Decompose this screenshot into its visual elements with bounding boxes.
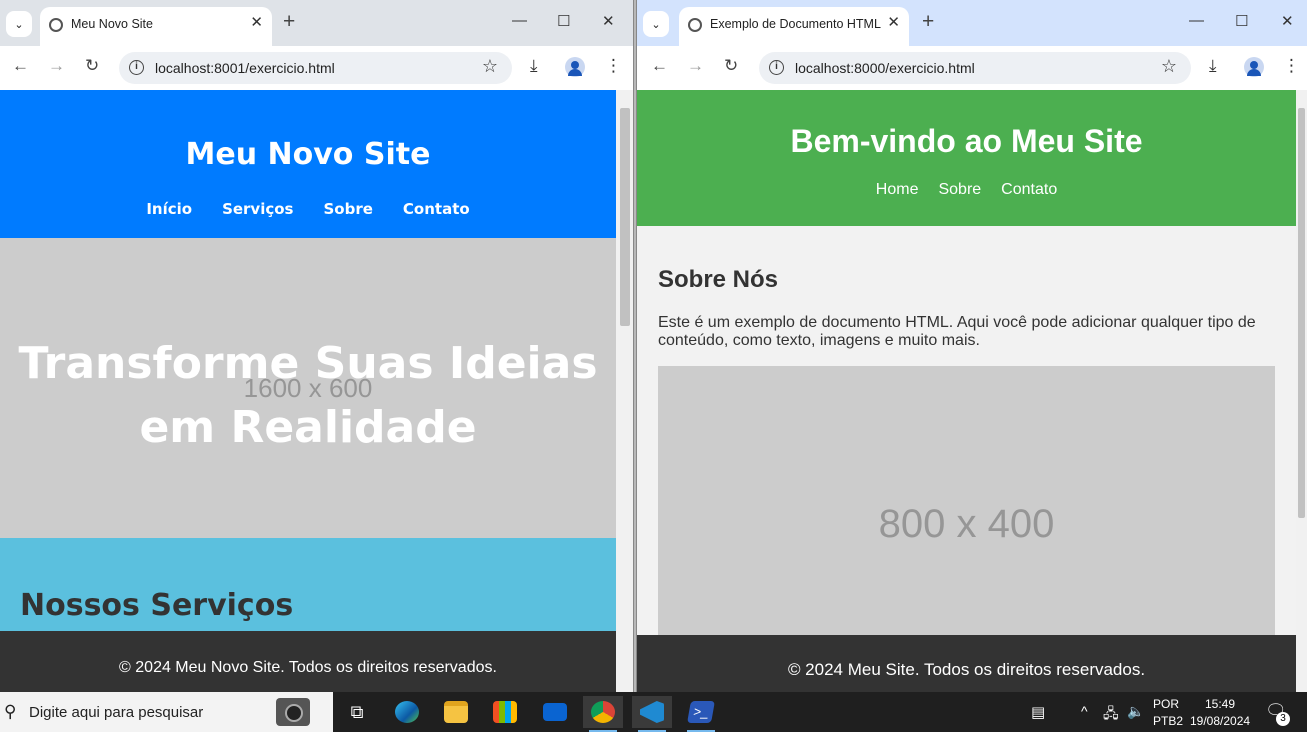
- site-footer: © 2024 Meu Novo Site. Todos os direitos …: [0, 631, 616, 692]
- nav-link-sobre[interactable]: Sobre: [938, 181, 981, 198]
- image-placeholder: 800 x 400: [658, 366, 1275, 636]
- chevron-up-icon[interactable]: ^: [1081, 703, 1088, 719]
- new-tab-button[interactable]: +: [922, 10, 934, 34]
- about-text: Este é um exemplo de documento HTML. Aqu…: [658, 314, 1256, 349]
- globe-icon: [688, 18, 702, 32]
- forward-button[interactable]: →: [687, 56, 704, 76]
- tab-title: Meu Novo Site: [71, 17, 153, 31]
- close-window-button[interactable]: ✕: [602, 12, 615, 30]
- search-placeholder[interactable]: Digite aqui para pesquisar: [29, 704, 203, 721]
- profile-avatar[interactable]: [565, 57, 585, 77]
- services-heading: Nossos Serviços: [20, 588, 294, 623]
- site-title: Meu Novo Site: [185, 137, 431, 172]
- bookmark-star-icon[interactable]: ☆: [482, 56, 498, 77]
- profile-avatar[interactable]: [1244, 57, 1264, 77]
- globe-icon: [49, 18, 63, 32]
- scrollbar-thumb[interactable]: [1298, 108, 1305, 518]
- reload-button[interactable]: ↻: [85, 56, 99, 76]
- camera-icon: [276, 698, 310, 726]
- language-indicator[interactable]: POR: [1153, 697, 1179, 711]
- minimize-button[interactable]: —: [1189, 12, 1204, 29]
- info-icon[interactable]: i: [769, 60, 784, 75]
- about-heading: Sobre Nós: [658, 266, 779, 293]
- forward-button[interactable]: →: [48, 56, 65, 76]
- site-header: Bem-vindo ao Meu Site Home Sobre Contato: [637, 90, 1296, 226]
- store-icon[interactable]: [485, 696, 525, 728]
- hero-section: 1600 x 600 Transforme Suas Ideias em Rea…: [0, 238, 616, 538]
- task-view-icon[interactable]: ⧉: [337, 696, 377, 728]
- tab-close-icon[interactable]: ✕: [250, 13, 263, 31]
- services-section: Nossos Serviços: [0, 538, 616, 638]
- menu-kebab-icon[interactable]: ⋮: [1283, 56, 1300, 76]
- main-content: Sobre Nós Este é um exemplo de documento…: [637, 226, 1296, 636]
- tab-active[interactable]: Exemplo de Documento HTML ✕: [679, 7, 909, 46]
- page-viewport: Meu Novo Site Início Serviços Sobre Contato…: [0, 90, 616, 692]
- taskbar-search[interactable]: ⚲ Digite aqui para pesquisar: [0, 692, 333, 732]
- powershell-icon[interactable]: >_: [681, 696, 721, 732]
- vertical-scrollbar[interactable]: [1296, 90, 1307, 692]
- keyboard-layout[interactable]: PTB2: [1153, 714, 1183, 728]
- back-button[interactable]: ←: [651, 56, 668, 76]
- menu-kebab-icon[interactable]: ⋮: [605, 56, 622, 76]
- tab-strip: ⌄ Exemplo de Documento HTML ✕ + — ☐ ✕: [637, 0, 1307, 46]
- tab-title: Exemplo de Documento HTML: [710, 17, 881, 31]
- minimize-button[interactable]: —: [512, 12, 527, 29]
- tab-active[interactable]: Meu Novo Site ✕: [40, 7, 272, 46]
- tab-search-button[interactable]: ⌄: [6, 11, 32, 37]
- vscode-icon[interactable]: [632, 696, 672, 732]
- mail-icon[interactable]: [535, 696, 575, 728]
- windows-taskbar: ⚲ Digite aqui para pesquisar ⧉ >_ ▤ ^ 🖧 …: [0, 692, 1307, 732]
- address-bar[interactable]: i localhost:8001/exercicio.html ☆: [119, 52, 512, 84]
- chrome-icon[interactable]: [583, 696, 623, 732]
- browser-toolbar: ← → ↻ i localhost:8000/exercicio.html ☆ …: [637, 46, 1307, 90]
- news-widget-icon[interactable]: ▤: [1031, 703, 1045, 721]
- download-icon[interactable]: ⤓: [530, 56, 538, 76]
- site-title: Bem-vindo ao Meu Site: [790, 123, 1143, 159]
- browser-toolbar: ← → ↻ i localhost:8001/exercicio.html ☆ …: [0, 46, 633, 90]
- nav-link-sobre[interactable]: Sobre: [323, 200, 372, 218]
- vertical-scrollbar[interactable]: [616, 90, 633, 692]
- back-button[interactable]: ←: [12, 56, 29, 76]
- hero-title: Transforme Suas Ideias em Realidade: [18, 338, 598, 453]
- nav-link-contato[interactable]: Contato: [403, 200, 470, 218]
- image-placeholder-label: 800 x 400: [878, 502, 1055, 546]
- download-icon[interactable]: ⤓: [1209, 56, 1217, 76]
- browser-window-left: ⌄ Meu Novo Site ✕ + — ☐ ✕ ← → ↻ i localh…: [0, 0, 634, 692]
- site-nav: Início Serviços Sobre Contato: [0, 200, 616, 218]
- tab-search-button[interactable]: ⌄: [643, 11, 669, 37]
- maximize-button[interactable]: ☐: [557, 12, 570, 30]
- file-explorer-icon[interactable]: [436, 696, 476, 728]
- volume-muted-icon[interactable]: 🔈: [1127, 703, 1144, 720]
- url-text[interactable]: localhost:8000/exercicio.html: [795, 60, 975, 76]
- clock-date[interactable]: 19/08/2024: [1190, 714, 1250, 728]
- edge-icon[interactable]: [387, 696, 427, 728]
- browser-window-right: ⌄ Exemplo de Documento HTML ✕ + — ☐ ✕ ← …: [636, 0, 1307, 692]
- site-header: Meu Novo Site Início Serviços Sobre Contato: [0, 90, 616, 238]
- clock-time[interactable]: 15:49: [1205, 697, 1235, 711]
- new-tab-button[interactable]: +: [283, 10, 295, 34]
- info-icon[interactable]: i: [129, 60, 144, 75]
- network-icon[interactable]: 🖧: [1103, 703, 1119, 727]
- scrollbar-thumb[interactable]: [620, 108, 630, 326]
- notification-badge: 3: [1276, 712, 1290, 726]
- site-nav: Home Sobre Contato: [637, 181, 1296, 199]
- address-bar[interactable]: i localhost:8000/exercicio.html ☆: [759, 52, 1191, 84]
- nav-link-contato[interactable]: Contato: [1001, 181, 1057, 198]
- search-icon: ⚲: [4, 702, 17, 721]
- site-footer: © 2024 Meu Site. Todos os direitos reser…: [637, 635, 1296, 692]
- reload-button[interactable]: ↻: [724, 56, 738, 76]
- bookmark-star-icon[interactable]: ☆: [1161, 56, 1177, 77]
- tab-close-icon[interactable]: ✕: [887, 13, 900, 31]
- nav-link-inicio[interactable]: Início: [146, 200, 192, 218]
- nav-link-servicos[interactable]: Serviços: [222, 200, 293, 218]
- nav-link-home[interactable]: Home: [876, 181, 919, 198]
- url-text[interactable]: localhost:8001/exercicio.html: [155, 60, 335, 76]
- tab-strip: ⌄ Meu Novo Site ✕ + — ☐ ✕: [0, 0, 633, 46]
- page-viewport: Bem-vindo ao Meu Site Home Sobre Contato S…: [637, 90, 1296, 692]
- close-window-button[interactable]: ✕: [1281, 12, 1294, 30]
- maximize-button[interactable]: ☐: [1235, 12, 1248, 30]
